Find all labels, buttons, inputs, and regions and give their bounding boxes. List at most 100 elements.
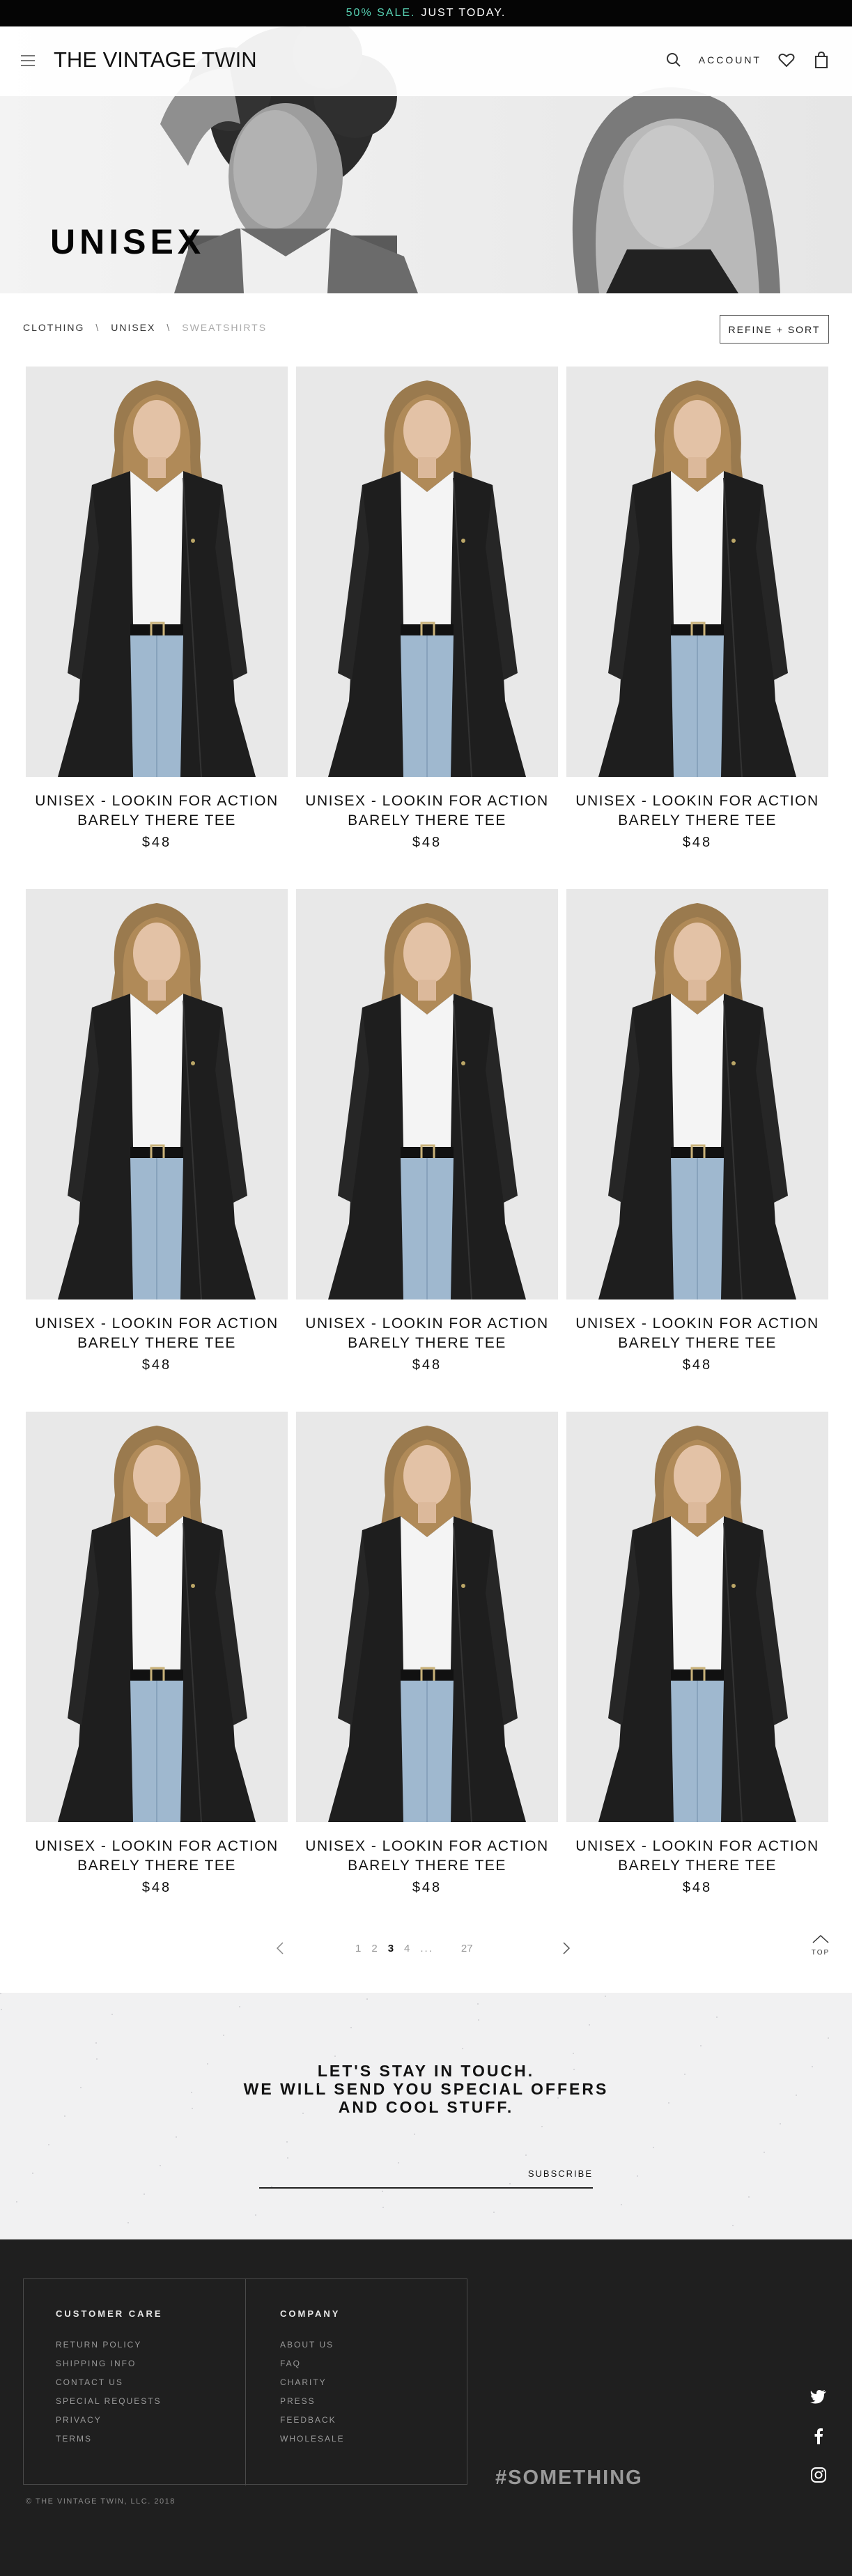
hashtag: #SOMETHING	[495, 2467, 643, 2489]
footer-link-about-us[interactable]: ABOUT US	[280, 2336, 345, 2354]
product-name-line1: UNISEX - LOOKIN FOR ACTION	[305, 1316, 549, 1332]
next-page-icon[interactable]	[562, 1941, 571, 1959]
footer-link-return-policy[interactable]: RETURN POLICY	[56, 2336, 163, 2354]
footer-link-charity[interactable]: CHARITY	[280, 2373, 345, 2392]
page-1[interactable]: 1	[355, 1943, 361, 1954]
product-card[interactable]: UNISEX - LOOKIN FOR ACTION BARELY THERE …	[566, 367, 828, 889]
product-name-line2: BARELY THERE TEE	[348, 1858, 506, 1874]
prev-page-icon[interactable]	[276, 1941, 284, 1959]
subscribe-button[interactable]: SUBSCRIBE	[528, 2168, 593, 2179]
product-name-line2: BARELY THERE TEE	[348, 1335, 506, 1351]
footer-link-privacy[interactable]: PRIVACY	[56, 2411, 163, 2430]
product-card[interactable]: UNISEX - LOOKIN FOR ACTION BARELY THERE …	[26, 367, 288, 889]
footer-heading: COMPANY	[280, 2308, 341, 2319]
product-card[interactable]: UNISEX - LOOKIN FOR ACTION BARELY THERE …	[566, 1412, 828, 1934]
background-speck	[111, 2014, 113, 2015]
background-speck	[350, 2027, 352, 2028]
product-image[interactable]	[566, 367, 828, 777]
background-speck	[144, 2193, 145, 2195]
product-card[interactable]: UNISEX - LOOKIN FOR ACTION BARELY THERE …	[26, 889, 288, 1412]
footer-customer-care: CUSTOMER CARE RETURN POLICY SHIPPING INF…	[56, 2308, 163, 2448]
promo-bar: 50% SALE. JUST TODAY.	[0, 0, 852, 26]
background-speck	[302, 2113, 304, 2114]
background-speck	[0, 1993, 1, 1994]
newsletter-form: SUBSCRIBE	[259, 2160, 593, 2189]
newsletter-section: LET'S STAY IN TOUCH. WE WILL SEND YOU SP…	[0, 1993, 852, 2239]
footer-link-terms[interactable]: TERMS	[56, 2430, 163, 2448]
product-name[interactable]: UNISEX - LOOKIN FOR ACTION BARELY THERE …	[296, 1314, 558, 1353]
page-4[interactable]: 4	[404, 1943, 410, 1954]
product-name-line2: BARELY THERE TEE	[77, 812, 236, 828]
product-card[interactable]: UNISEX - LOOKIN FOR ACTION BARELY THERE …	[296, 1412, 558, 1934]
product-name[interactable]: UNISEX - LOOKIN FOR ACTION BARELY THERE …	[566, 792, 828, 831]
product-name[interactable]: UNISEX - LOOKIN FOR ACTION BARELY THERE …	[296, 1837, 558, 1876]
footer-link-special-requests[interactable]: SPECIAL REQUESTS	[56, 2392, 163, 2411]
refine-sort-button[interactable]: REFINE + SORT	[720, 315, 829, 344]
background-speck	[318, 2084, 320, 2085]
facebook-icon[interactable]	[809, 2426, 828, 2446]
product-name-line1: UNISEX - LOOKIN FOR ACTION	[35, 1316, 279, 1332]
breadcrumb-item-clothing[interactable]: CLOTHING	[23, 322, 84, 333]
product-card[interactable]: UNISEX - LOOKIN FOR ACTION BARELY THERE …	[566, 889, 828, 1412]
product-name-line1: UNISEX - LOOKIN FOR ACTION	[35, 793, 279, 809]
site-footer: CUSTOMER CARE RETURN POLICY SHIPPING INF…	[0, 2239, 852, 2576]
footer-link-press[interactable]: PRESS	[280, 2392, 345, 2411]
background-speck	[127, 2222, 129, 2223]
footer-link-feedback[interactable]: FEEDBACK	[280, 2411, 345, 2430]
search-icon[interactable]	[664, 50, 683, 70]
breadcrumb-item-unisex[interactable]: UNISEX	[111, 322, 155, 333]
account-link[interactable]: ACCOUNT	[699, 54, 761, 65]
product-image[interactable]	[296, 367, 558, 777]
footer-link-wholesale[interactable]: WHOLESALE	[280, 2430, 345, 2448]
footer-link-contact-us[interactable]: CONTACT US	[56, 2373, 163, 2392]
product-image[interactable]	[26, 1412, 288, 1822]
product-image[interactable]	[26, 367, 288, 777]
background-speck	[160, 2165, 161, 2166]
footer-link-faq[interactable]: FAQ	[280, 2354, 345, 2373]
product-image[interactable]	[26, 889, 288, 1299]
background-speck	[382, 2207, 384, 2208]
product-price: $48	[141, 1357, 172, 1373]
product-name[interactable]: UNISEX - LOOKIN FOR ACTION BARELY THERE …	[26, 1314, 288, 1353]
background-speck	[16, 2201, 17, 2203]
product-name[interactable]: UNISEX - LOOKIN FOR ACTION BARELY THERE …	[26, 1837, 288, 1876]
product-image[interactable]	[566, 889, 828, 1299]
footer-links-box: CUSTOMER CARE RETURN POLICY SHIPPING INF…	[23, 2278, 467, 2485]
back-to-top-label: TOP	[811, 1949, 830, 1957]
product-image[interactable]	[296, 889, 558, 1299]
product-name[interactable]: UNISEX - LOOKIN FOR ACTION BARELY THERE …	[26, 792, 288, 831]
product-card[interactable]: UNISEX - LOOKIN FOR ACTION BARELY THERE …	[296, 367, 558, 889]
background-speck	[477, 2003, 479, 2005]
page-last[interactable]: 27	[461, 1943, 473, 1954]
menu-icon[interactable]	[21, 55, 35, 66]
heart-icon[interactable]	[777, 50, 796, 70]
background-speck	[748, 2196, 750, 2198]
background-speck	[176, 2136, 177, 2138]
product-name[interactable]: UNISEX - LOOKIN FOR ACTION BARELY THERE …	[296, 792, 558, 831]
product-card[interactable]: UNISEX - LOOKIN FOR ACTION BARELY THERE …	[26, 1412, 288, 1934]
newsletter-email-input[interactable]	[259, 2166, 517, 2184]
twitter-icon[interactable]	[809, 2387, 828, 2407]
background-speck	[446, 2076, 447, 2078]
product-name-line1: UNISEX - LOOKIN FOR ACTION	[35, 1838, 279, 1854]
product-name[interactable]: UNISEX - LOOKIN FOR ACTION BARELY THERE …	[566, 1314, 828, 1353]
bag-icon[interactable]	[812, 50, 831, 70]
site-logo[interactable]: THE VINTAGE TWIN	[54, 47, 257, 72]
background-speck	[414, 2134, 415, 2135]
background-speck	[430, 2105, 431, 2106]
page-2[interactable]: 2	[371, 1943, 377, 1954]
product-price: $48	[682, 1880, 713, 1895]
product-card[interactable]: UNISEX - LOOKIN FOR ACTION BARELY THERE …	[296, 889, 558, 1412]
product-image[interactable]	[296, 1412, 558, 1822]
footer-link-shipping-info[interactable]: SHIPPING INFO	[56, 2354, 163, 2373]
page-current[interactable]: 3	[388, 1943, 394, 1954]
product-name[interactable]: UNISEX - LOOKIN FOR ACTION BARELY THERE …	[566, 1837, 828, 1876]
background-speck	[191, 2092, 192, 2093]
product-name-line2: BARELY THERE TEE	[618, 1858, 777, 1874]
background-speck	[207, 2063, 208, 2065]
background-speck	[700, 2045, 702, 2046]
instagram-icon[interactable]	[809, 2465, 828, 2485]
page-title: UNISEX	[50, 222, 206, 261]
product-image[interactable]	[566, 1412, 828, 1822]
back-to-top-button[interactable]: TOP	[811, 1934, 830, 1957]
